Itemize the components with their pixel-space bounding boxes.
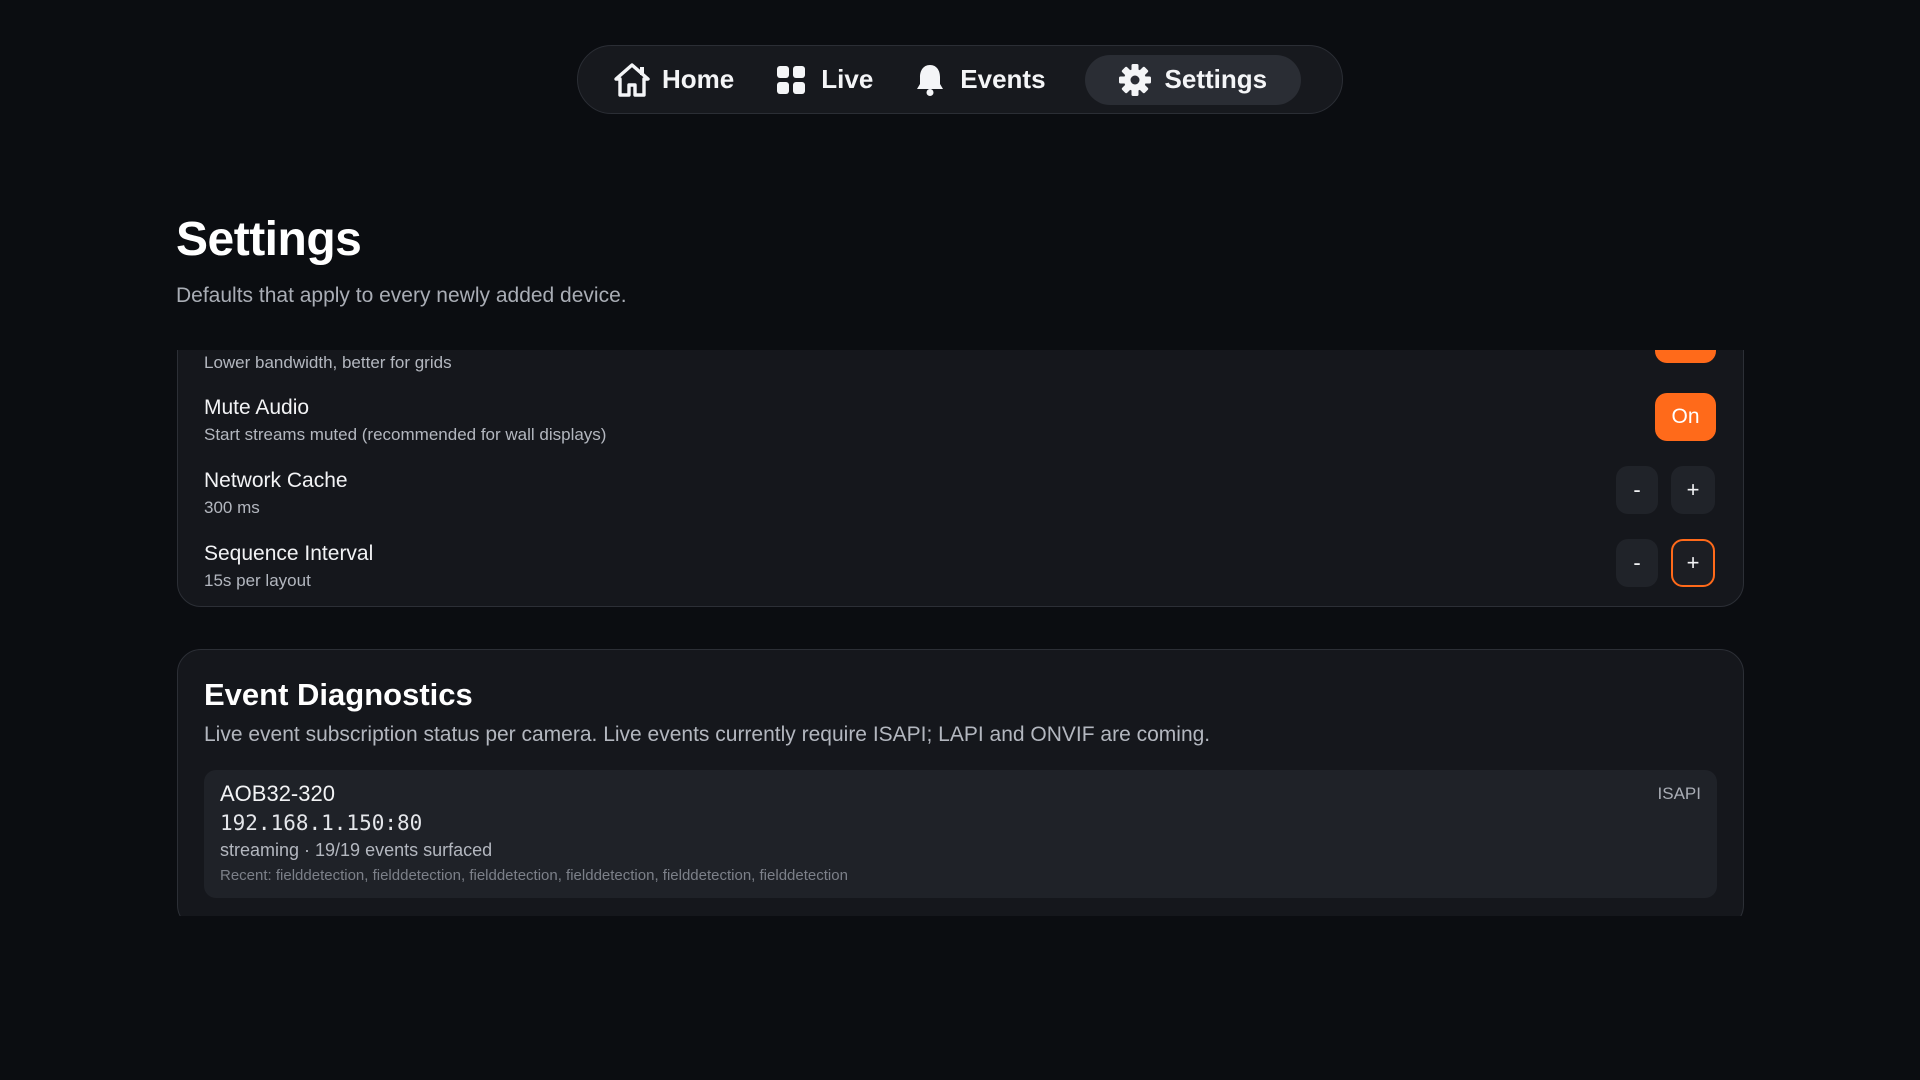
device-recent-events: Recent: fielddetection, fielddetection, … [220,867,848,884]
nav-item-home-label: Home [662,64,735,94]
device-diagnostics-item: AOB32-320 ISAPI 192.168.1.150:80 streami… [204,770,1717,898]
nav-item-settings-label: Settings [1164,64,1268,94]
gear-icon [1115,60,1155,100]
device-address: 192.168.1.150:80 [220,811,423,835]
device-status: streaming · 19/19 events surfaced [220,840,493,860]
grid-icon [771,60,811,100]
event-diagnostics-subtitle: Live event subscription status per camer… [204,723,1211,746]
home-icon [612,60,652,100]
nav-item-live-label: Live [821,64,874,94]
network-cache-increment-button[interactable]: + [1671,466,1715,514]
page-subtitle: Defaults that apply to every newly added… [176,284,627,307]
event-diagnostics-card: Event Diagnostics Live event subscriptio… [177,649,1744,916]
nav-item-home[interactable]: Home [612,55,734,105]
network-cache-title: Network Cache [204,469,348,492]
top-nav: Home Live Events Settings [577,45,1343,114]
page-title: Settings [176,213,362,266]
substream-toggle[interactable]: On [1655,350,1716,363]
settings-scroll-area[interactable]: Lower bandwidth, better for grids On Mut… [0,350,1920,916]
sequence-interval-decrement-button[interactable]: - [1616,539,1658,587]
nav-item-settings[interactable]: Settings [1084,54,1302,105]
event-diagnostics-title: Event Diagnostics [204,677,473,712]
sequence-interval-increment-button[interactable]: + [1671,539,1715,587]
nav-item-events[interactable]: Events [910,55,1046,105]
device-protocol-badge: ISAPI [1657,784,1701,803]
nav-item-events-label: Events [960,64,1046,94]
sequence-interval-title: Sequence Interval [204,542,374,565]
mute-audio-title: Mute Audio [204,396,310,419]
playback-defaults-card: Lower bandwidth, better for grids On Mut… [177,350,1744,607]
nav-item-live[interactable]: Live [771,55,873,105]
setting-row-description: Lower bandwidth, better for grids [204,353,452,372]
device-name: AOB32-320 [220,781,335,806]
mute-audio-description: Start streams muted (recommended for wal… [204,425,607,444]
network-cache-decrement-button[interactable]: - [1616,466,1658,514]
network-cache-value: 300 ms [204,498,260,517]
mute-audio-toggle[interactable]: On [1655,393,1716,441]
sequence-interval-value: 15s per layout [204,571,311,590]
bell-icon [910,60,950,100]
